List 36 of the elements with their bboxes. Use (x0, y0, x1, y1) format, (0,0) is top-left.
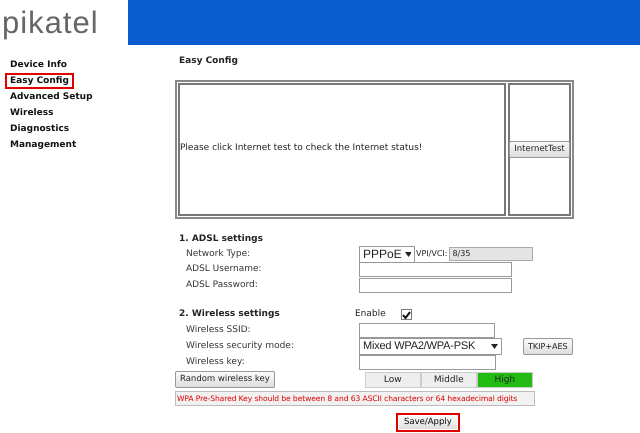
strength-segment: High (476, 372, 533, 388)
page-title: Easy Config (179, 55, 239, 68)
internet-test-button[interactable]: InternetTest (509, 140, 570, 158)
strength-segment: Middle (420, 372, 477, 388)
input-field[interactable] (359, 262, 512, 278)
enable-checkbox[interactable] (400, 309, 412, 320)
field-label: VPI/VCI: (416, 248, 448, 260)
enable-label: Enable (355, 308, 386, 321)
field-label: ADSL Username: (185, 263, 263, 276)
sidebar-item[interactable]: Diagnostics (5, 121, 74, 137)
status-message: Please click Internet test to check the Internet status! (180, 142, 422, 156)
security-mode-select[interactable]: Mixed WPA2/WPA-PSK (359, 338, 502, 355)
sidebar-item[interactable]: Wireless (5, 105, 58, 121)
random-key-button[interactable]: Random wireless key (175, 371, 275, 388)
strength-segment: Low (364, 372, 421, 388)
cipher-button[interactable]: TKIP+AES (523, 338, 573, 355)
sidebar-item[interactable]: Easy Config (5, 73, 74, 89)
field-label: Wireless SSID: (185, 324, 252, 336)
section-heading: 2. Wireless settings (178, 308, 281, 321)
field-label: ADSL Password: (185, 278, 259, 292)
section-heading: 1. ADSL settings (179, 232, 264, 246)
caret-icon (491, 344, 498, 349)
field-label: Network Type: (185, 248, 252, 260)
network-type-select[interactable]: PPPoE (359, 246, 415, 263)
input-field[interactable] (359, 355, 496, 370)
vpi-vci-field[interactable]: 8/35 (449, 247, 534, 262)
input-field[interactable] (359, 278, 512, 293)
field-label: Wireless security mode: (185, 340, 295, 353)
save-apply-button[interactable]: Save/Apply (396, 412, 460, 432)
sidebar-item[interactable]: Device Info (5, 57, 72, 73)
sidebar-item[interactable]: Management (5, 137, 82, 153)
field-label: Wireless key: (185, 356, 246, 369)
logo: pikatel (1, 4, 100, 42)
sidebar-item[interactable]: Advanced Setup (5, 89, 98, 105)
caret-icon (404, 252, 411, 257)
input-field[interactable] (359, 322, 495, 338)
